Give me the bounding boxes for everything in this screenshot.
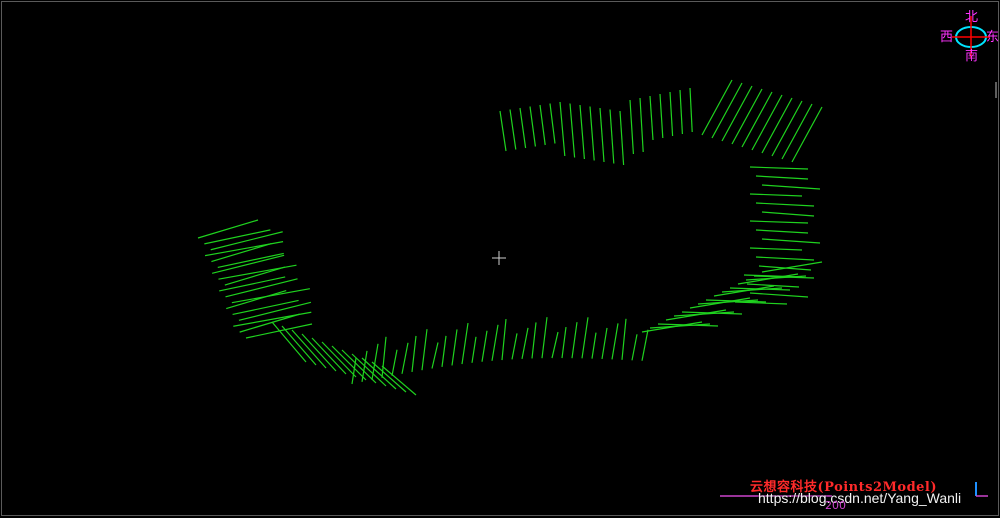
contour-stroke: [761, 211, 815, 217]
contour-stroke: [501, 318, 507, 361]
contour-stroke: [659, 93, 664, 139]
3d-viewport[interactable]: 北 西 东 南 云想容科技(Points2Model) https://blog…: [1, 1, 999, 516]
point-cloud-scene: [197, 16, 997, 497]
contour-stroke: [751, 94, 783, 151]
contour-stroke: [591, 332, 597, 359]
contour-stroke: [431, 342, 439, 369]
contour-stroke: [561, 326, 567, 359]
compass-north-label: 北: [965, 10, 979, 25]
contour-stroke: [271, 321, 307, 363]
compass-west-label: 西: [940, 30, 954, 45]
contour-stroke: [371, 343, 379, 380]
contour-stroke: [601, 327, 608, 360]
contour-stroke: [499, 110, 507, 152]
contour-stroke: [641, 329, 649, 361]
contour-stroke: [569, 103, 576, 158]
contour-stroke: [755, 202, 815, 207]
contour-stroke: [531, 322, 537, 359]
contour-stroke: [749, 247, 803, 251]
contour-stroke: [761, 97, 793, 154]
contour-stroke: [749, 220, 809, 224]
contour-stroke: [679, 89, 683, 135]
contour-stroke: [551, 331, 559, 359]
contour-stroke: [701, 79, 733, 136]
contour-stroke: [441, 335, 447, 367]
contour-stroke: [571, 322, 578, 359]
contour-stroke: [361, 350, 368, 382]
contour-stroke: [771, 100, 803, 157]
axis-marker-icon: [975, 482, 988, 497]
contour-stroke: [755, 256, 815, 261]
contour-stroke: [321, 341, 357, 378]
contour-stroke: [519, 107, 527, 149]
contour-stroke: [629, 99, 634, 155]
contour-lines: [197, 79, 823, 396]
contour-stroke: [669, 91, 674, 137]
contour-stroke: [491, 324, 499, 361]
crosshair-icon: [492, 251, 506, 265]
compass-south-label: 南: [965, 49, 979, 64]
contour-stroke: [631, 334, 638, 361]
contour-stroke: [529, 106, 536, 147]
contour-stroke: [421, 329, 428, 371]
contour-stroke: [639, 97, 644, 153]
contour-stroke: [689, 87, 693, 133]
contour-stroke: [761, 184, 821, 190]
contour-stroke: [541, 317, 548, 359]
contour-stroke: [451, 329, 458, 366]
watermark-url: https://blog.csdn.net/Yang_Wanli: [758, 490, 962, 506]
contour-stroke: [758, 265, 812, 271]
contour-stroke: [391, 349, 398, 376]
contour-stroke: [749, 193, 803, 197]
contour-stroke: [481, 330, 488, 362]
contour-stroke: [471, 336, 477, 363]
contour-stroke: [649, 95, 654, 141]
contour-stroke: [291, 329, 327, 369]
contour-stroke: [521, 327, 529, 359]
contour-stroke: [461, 322, 469, 365]
compass-east-label: 东: [986, 30, 999, 45]
contour-stroke: [539, 104, 546, 146]
contour-stroke: [589, 106, 595, 161]
contour-stroke: [599, 107, 605, 163]
contour-stroke: [549, 103, 556, 144]
contour-stroke: [755, 175, 809, 180]
contour-stroke: [711, 82, 743, 139]
contour-stroke: [581, 317, 589, 359]
contour-stroke: [509, 109, 517, 150]
contour-stroke: [226, 290, 287, 310]
contour-stroke: [311, 337, 347, 375]
contour-stroke: [411, 335, 417, 373]
contour-stroke: [301, 333, 337, 372]
contour-stroke: [731, 88, 763, 145]
contour-stroke: [401, 342, 409, 374]
contour-stroke: [761, 238, 821, 244]
contour-stroke: [611, 323, 619, 360]
contour-stroke: [217, 252, 284, 268]
contour-stroke: [609, 109, 615, 164]
contour-stroke: [281, 325, 317, 366]
scale-bar-label: 200: [825, 499, 846, 512]
contour-stroke: [781, 103, 813, 160]
contour-stroke: [741, 91, 773, 148]
contour-stroke: [749, 166, 809, 170]
contour-stroke: [755, 229, 809, 234]
contour-stroke: [511, 333, 518, 360]
contour-stroke: [721, 85, 753, 142]
contour-stroke: [197, 219, 259, 239]
contour-stroke: [381, 336, 387, 378]
contour-stroke: [619, 110, 625, 166]
contour-stroke: [749, 292, 809, 298]
contour-stroke: [621, 318, 627, 360]
contour-stroke: [791, 106, 823, 163]
contour-stroke: [559, 101, 566, 157]
contour-stroke: [579, 104, 585, 160]
